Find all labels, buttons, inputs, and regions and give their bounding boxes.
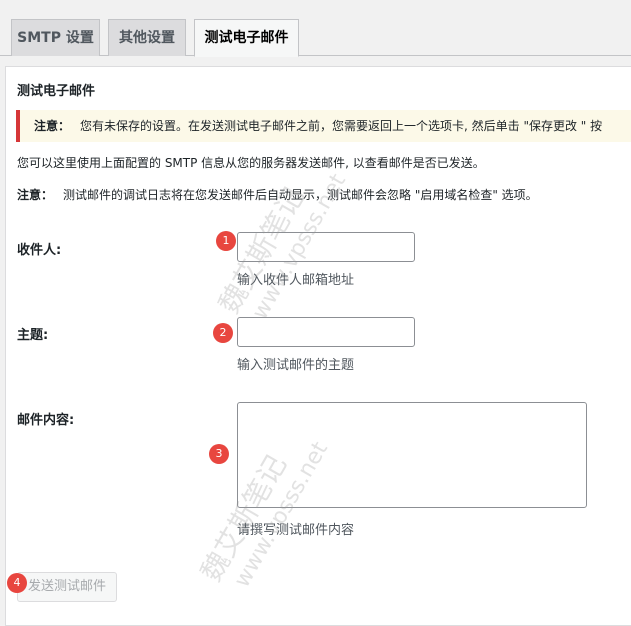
debug-note: 注意： 测试邮件的调试日志将在您发送邮件后自动显示，测试邮件会忽略 "启用域名检查…: [17, 186, 538, 203]
tab-other-settings[interactable]: 其他设置: [108, 19, 186, 56]
notice-text: 您有未保存的设置。在发送测试电子邮件之前，您需要返回上一个选项卡, 然后单击 "…: [80, 119, 603, 133]
subject-label: 主题:: [17, 328, 49, 343]
intro-text: 您可以这里使用上面配置的 SMTP 信息从您的服务器发送邮件, 以查看邮件是否已…: [17, 156, 485, 170]
settings-tab-bar: SMTP 设置 其他设置 测试电子邮件: [0, 0, 631, 57]
annotation-marker-4: 4: [7, 573, 27, 593]
notice-prefix: 注意：: [34, 119, 71, 133]
body-label: 邮件内容:: [17, 413, 75, 428]
annotation-marker-1: 1: [216, 231, 236, 251]
debug-note-text: 测试邮件的调试日志将在您发送邮件后自动显示，测试邮件会忽略 "启用域名检查" 选…: [63, 188, 538, 202]
unsaved-settings-notice: 注意： 您有未保存的设置。在发送测试电子邮件之前，您需要返回上一个选项卡, 然后单…: [16, 110, 631, 142]
tab-smtp-settings[interactable]: SMTP 设置: [11, 19, 100, 56]
subject-input[interactable]: [237, 317, 415, 347]
annotation-marker-2: 2: [213, 323, 233, 343]
recipient-label: 收件人:: [17, 243, 62, 258]
tab-test-email[interactable]: 测试电子邮件: [194, 19, 299, 57]
body-description: 请撰写测试邮件内容: [237, 523, 355, 538]
send-test-email-button[interactable]: 发送测试邮件: [17, 572, 117, 602]
section-title: 测试电子邮件: [17, 84, 96, 99]
body-textarea[interactable]: [237, 402, 587, 508]
debug-note-prefix: 注意：: [17, 188, 54, 202]
annotation-marker-3: 3: [209, 444, 229, 464]
recipient-description: 输入收件人邮箱地址: [237, 273, 355, 288]
subject-description: 输入测试邮件的主题: [237, 358, 355, 373]
recipient-input[interactable]: [237, 232, 415, 262]
